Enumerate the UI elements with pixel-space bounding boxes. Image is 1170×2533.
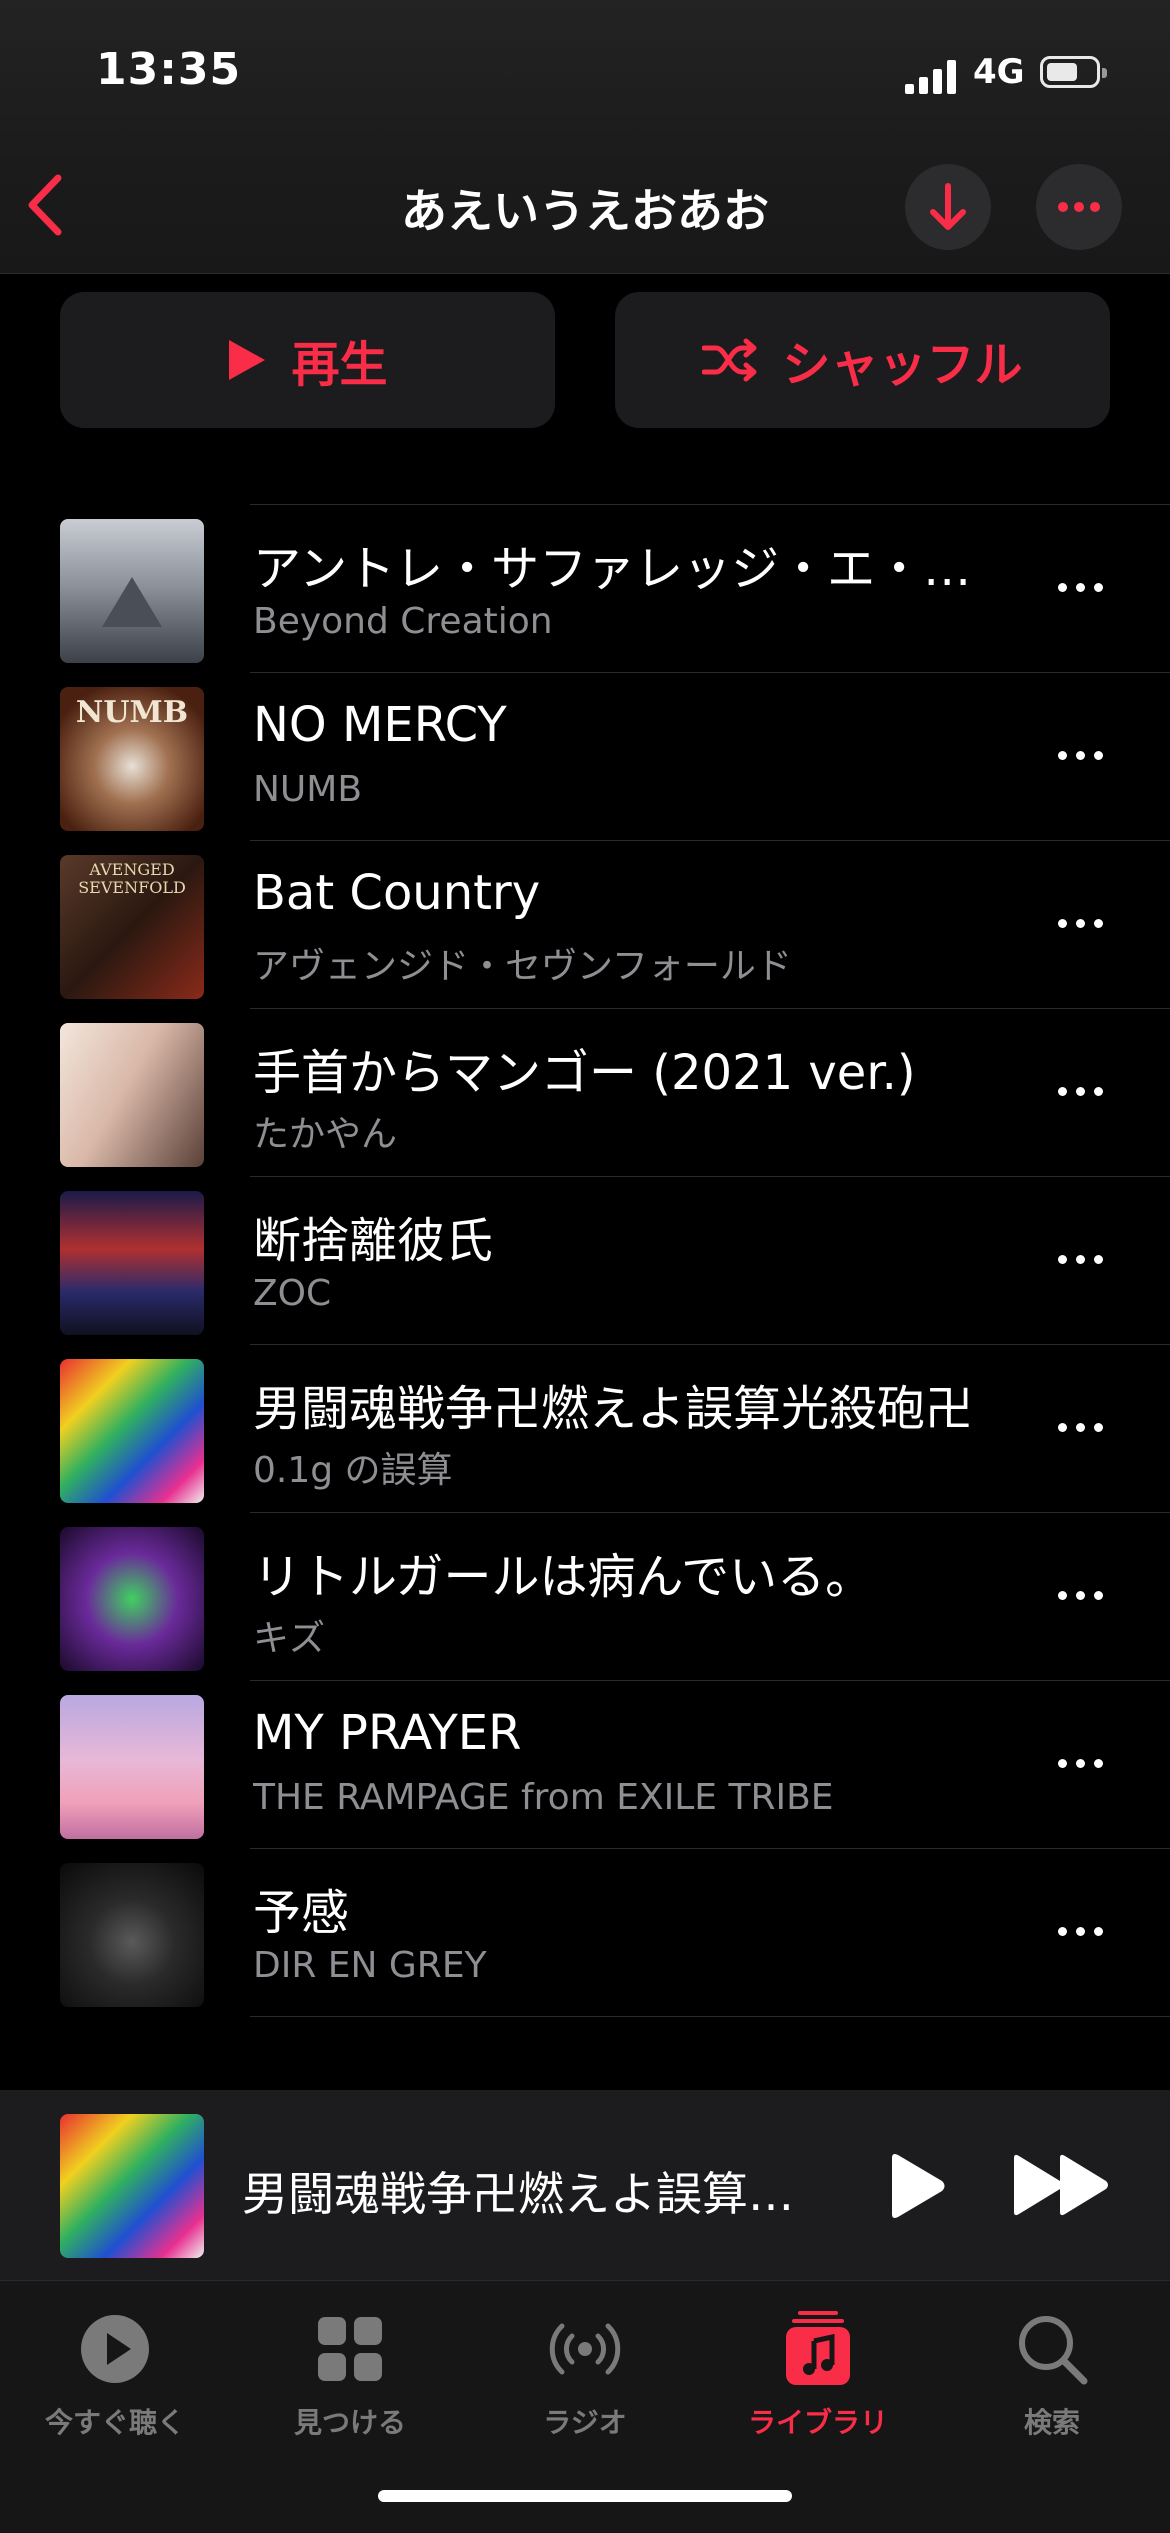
status-time: 13:35 (96, 44, 242, 95)
track-row[interactable]: 男闘魂戦争卍燃えよ誤算光殺砲卍 0.1g の誤算 (0, 1345, 1170, 1513)
track-title: 予感 (253, 1885, 350, 1941)
play-icon (229, 340, 266, 380)
shuffle-icon (702, 338, 757, 382)
music-note-icon (786, 2311, 850, 2385)
header-divider (0, 273, 1170, 274)
play-icon (892, 2154, 945, 2218)
album-art (60, 1695, 204, 1839)
album-art (60, 1527, 204, 1671)
track-title: アントレ・サファレッジ・エ・… (253, 541, 972, 597)
track-artist: キズ (253, 1618, 326, 1659)
track-more-button[interactable] (1040, 1073, 1120, 1113)
battery-icon (1040, 56, 1107, 88)
tab-library[interactable]: ライブラリ (718, 2309, 918, 2441)
track-artist: たかやん (253, 1114, 398, 1155)
album-art (60, 1191, 204, 1335)
now-playing-art (60, 2114, 204, 2258)
now-playing-title: 男闘魂戦争卍燃えよ誤算… (242, 2167, 794, 2221)
album-art (60, 1023, 204, 1167)
back-button[interactable] (18, 170, 78, 240)
album-art: AVENGED SEVENFOLD (60, 855, 204, 999)
forward-icon (1014, 2154, 1108, 2216)
shuffle-label: シャッフル (782, 337, 1023, 393)
track-artist: 0.1g の誤算 (253, 1450, 453, 1491)
track-title: リトルガールは病んでいる。 (253, 1549, 874, 1605)
chevron-left-icon (28, 174, 62, 236)
track-artist: ZOC (253, 1273, 332, 1314)
network-type: 4G (973, 52, 1025, 92)
track-row[interactable]: リトルガールは病んでいる。 キズ (0, 1513, 1170, 1681)
tab-listen-now[interactable]: 今すぐ聴く (15, 2309, 215, 2441)
track-more-button[interactable] (1040, 1745, 1120, 1785)
more-options-button[interactable] (1036, 164, 1122, 250)
track-row[interactable]: 予感 DIR EN GREY (0, 1849, 1170, 2017)
track-title: NO MERCY (253, 697, 507, 753)
track-row[interactable]: 手首からマンゴー (2021 ver.) たかやん (0, 1009, 1170, 1177)
tab-search[interactable]: 検索 (952, 2309, 1152, 2441)
track-artist: NUMB (253, 769, 363, 810)
signal-icon (905, 58, 960, 94)
track-title: Bat Country (253, 865, 541, 921)
play-circle-icon (81, 2315, 149, 2383)
track-row[interactable]: MY PRAYER THE RAMPAGE from EXILE TRIBE (0, 1681, 1170, 1849)
page-title: あえいうえおあお (401, 184, 769, 238)
track-row[interactable]: AVENGED SEVENFOLD Bat Country アヴェンジド・セヴンフ… (0, 841, 1170, 1009)
shuffle-button[interactable]: シャッフル (615, 292, 1110, 428)
track-artist: アヴェンジド・セヴンフォールド (253, 946, 792, 987)
track-artist: DIR EN GREY (253, 1945, 487, 1986)
play-button[interactable]: 再生 (60, 292, 555, 428)
tab-label: ライブラリ (747, 2406, 888, 2439)
track-row[interactable]: アントレ・サファレッジ・エ・… Beyond Creation (0, 505, 1170, 673)
tab-label: 検索 (1023, 2406, 1080, 2439)
download-button[interactable] (905, 164, 991, 250)
album-art: NUMB (60, 687, 204, 831)
album-art (60, 1359, 204, 1503)
tab-label: 今すぐ聴く (44, 2406, 185, 2439)
home-indicator[interactable] (378, 2490, 792, 2502)
track-more-button[interactable] (1040, 569, 1120, 609)
track-more-button[interactable] (1040, 1913, 1120, 1953)
mini-player[interactable]: 男闘魂戦争卍燃えよ誤算… (0, 2090, 1170, 2280)
album-art (60, 1863, 204, 2007)
album-art (60, 519, 204, 663)
track-title: 手首からマンゴー (2021 ver.) (253, 1045, 916, 1101)
ellipsis-icon (1058, 202, 1100, 212)
track-title: 断捨離彼氏 (253, 1213, 494, 1269)
tab-label: ラジオ (543, 2406, 627, 2439)
track-more-button[interactable] (1040, 1241, 1120, 1281)
radio-icon (549, 2323, 621, 2375)
track-artist: Beyond Creation (253, 601, 553, 642)
track-more-button[interactable] (1040, 1577, 1120, 1617)
search-icon (1019, 2316, 1088, 2385)
track-more-button[interactable] (1040, 905, 1120, 945)
mini-play-button[interactable] (880, 2148, 950, 2224)
track-title: 男闘魂戦争卍燃えよ誤算光殺砲卍 (253, 1381, 973, 1437)
tab-radio[interactable]: ラジオ (485, 2309, 685, 2441)
play-label: 再生 (291, 337, 388, 393)
next-track-button[interactable] (1010, 2150, 1114, 2220)
track-row[interactable]: 断捨離彼氏 ZOC (0, 1177, 1170, 1345)
row-divider (250, 2016, 1170, 2017)
tab-browse[interactable]: 見つける (250, 2309, 450, 2441)
tab-label: 見つける (293, 2406, 406, 2439)
grid-icon (318, 2317, 382, 2381)
arrow-down-icon (930, 183, 966, 230)
track-more-button[interactable] (1040, 1409, 1120, 1449)
track-title: MY PRAYER (253, 1705, 522, 1761)
track-more-button[interactable] (1040, 737, 1120, 777)
track-artist: THE RAMPAGE from EXILE TRIBE (253, 1777, 834, 1818)
track-row[interactable]: NUMB NO MERCY NUMB (0, 673, 1170, 841)
